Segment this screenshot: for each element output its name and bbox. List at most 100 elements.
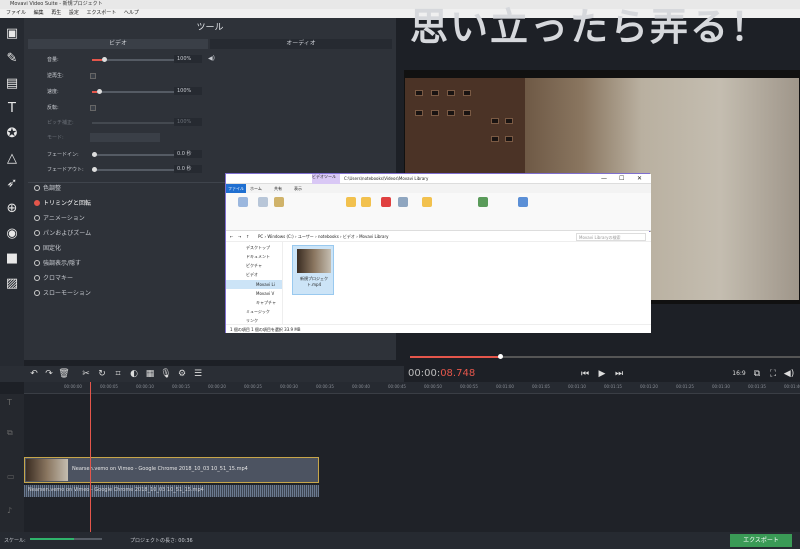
effect-animation[interactable]: アニメーション <box>34 213 85 225</box>
media-icon[interactable]: ▦ <box>144 368 156 380</box>
stabilization-icon[interactable]: ◉ <box>4 226 20 242</box>
cut-icon[interactable]: ✂ <box>80 368 92 380</box>
tab-view[interactable]: 表示 <box>294 186 302 192</box>
maximize-icon[interactable]: ☐ <box>619 175 624 182</box>
undo-icon[interactable]: ↶ <box>28 368 40 380</box>
color-icon[interactable]: ◐ <box>128 368 140 380</box>
next-frame-icon[interactable]: ⏭ <box>612 368 626 380</box>
video-clip[interactable]: Nearsen.vemo on Vimeo - Google Chrome 20… <box>24 457 319 483</box>
settings-icon[interactable]: ⚙ <box>176 368 188 380</box>
fullscreen-icon[interactable]: ⛶ <box>766 368 780 380</box>
tab-file[interactable]: ファイル <box>226 184 246 193</box>
nav-movavi-video[interactable]: Movavi V <box>256 291 274 296</box>
effect-chroma-key[interactable]: クロマキー <box>34 273 73 285</box>
nav-music[interactable]: ミュージック <box>246 309 270 315</box>
ruler-tick: 00:01:30 <box>712 384 730 389</box>
ruler-tick: 00:00:40 <box>352 384 370 389</box>
forward-icon[interactable]: → <box>238 234 241 239</box>
effect-crop-rotate[interactable]: トリミングと回転 <box>34 198 91 210</box>
zoom-icon[interactable]: ⊕ <box>4 201 20 217</box>
address-bar[interactable]: ← → ↑ PC › Windows (C:) › ユーザー › noteboo… <box>226 232 651 242</box>
nav-videos[interactable]: ビデオ <box>246 272 258 278</box>
timeline-ruler[interactable]: 00:00:00 00:00:05 00:00:10 00:00:15 00:00:20… <box>24 382 800 394</box>
copy-icon[interactable] <box>258 197 268 207</box>
explorer-search-input[interactable]: Movavi Libraryの検索 <box>576 233 646 241</box>
track-headers: T ⧉ ▭ ♪ <box>0 394 24 532</box>
tab-share[interactable]: 共有 <box>274 186 282 192</box>
up-icon[interactable]: ↑ <box>246 234 249 239</box>
menu-play[interactable]: 再生 <box>51 10 61 16</box>
tab-home[interactable]: ホーム <box>250 186 262 192</box>
menu-settings[interactable]: 設定 <box>69 10 79 16</box>
paste-icon[interactable] <box>274 197 284 207</box>
address-path[interactable]: PC › Windows (C:) › ユーザー › notebooks › ビ… <box>258 234 389 240</box>
pin-icon[interactable] <box>238 197 248 207</box>
radio-icon <box>34 260 40 266</box>
filters-icon[interactable]: ✎ <box>4 51 20 67</box>
effect-highlight-conceal[interactable]: 強調表示/隠す <box>34 258 81 270</box>
fade-out-value[interactable]: 0.0 秒 <box>174 165 202 173</box>
nav-documents[interactable]: ドキュメント <box>246 254 270 260</box>
play-icon[interactable]: ▶ <box>595 368 609 380</box>
tab-video[interactable]: ビデオ <box>28 39 208 49</box>
delete-file-icon[interactable] <box>381 197 391 207</box>
blog-logo: 思い立ったら弄る！ <box>410 5 771 49</box>
fade-in-value[interactable]: 0.0 秒 <box>174 150 202 158</box>
move-to-icon[interactable] <box>346 197 356 207</box>
speed-value[interactable]: 100% <box>174 87 202 95</box>
copy-to-icon[interactable] <box>361 197 371 207</box>
stickers-icon[interactable]: ✪ <box>4 126 20 142</box>
redo-icon[interactable]: ↷ <box>43 368 55 380</box>
callouts-icon[interactable]: △ <box>4 151 20 167</box>
effect-color-adjust[interactable]: 色調整 <box>34 183 61 195</box>
nav-capture[interactable]: キャプチャ <box>256 300 276 306</box>
nav-desktop[interactable]: デスクトップ <box>246 245 270 251</box>
speaker-icon[interactable]: ◀) <box>208 55 215 62</box>
chroma-icon[interactable]: ■ <box>4 251 20 267</box>
motion-icon[interactable]: ➶ <box>4 176 20 192</box>
file-item[interactable]: 新規プロジェクト.mp4 <box>292 245 334 295</box>
rename-icon[interactable] <box>398 197 408 207</box>
playhead[interactable] <box>90 382 91 532</box>
progress-handle[interactable] <box>498 354 503 359</box>
menu-file[interactable]: ファイル <box>6 10 26 16</box>
effect-pan-zoom[interactable]: パンおよびズーム <box>34 228 91 240</box>
export-button[interactable]: エクスポート <box>730 534 792 547</box>
nav-pictures[interactable]: ピクチャ <box>246 263 262 269</box>
equalizer-icon[interactable]: ☰ <box>192 368 204 380</box>
menu-export[interactable]: エクスポート <box>86 10 116 16</box>
new-folder-icon[interactable] <box>422 197 432 207</box>
playback-progress[interactable] <box>410 354 800 359</box>
menu-edit[interactable]: 編集 <box>34 10 44 16</box>
reverse-checkbox[interactable] <box>90 73 96 79</box>
video-tools-tab[interactable]: ビデオツール <box>312 174 340 184</box>
popout-icon[interactable]: ⧉ <box>750 368 764 380</box>
scale-slider[interactable] <box>30 538 102 540</box>
more-tools-icon[interactable]: ▨ <box>4 276 20 292</box>
import-icon[interactable]: ▣ <box>4 26 20 42</box>
close-icon[interactable]: ✕ <box>637 175 642 182</box>
nav-movavi-library[interactable]: Movavi Li <box>256 282 275 287</box>
tab-audio[interactable]: オーディオ <box>210 39 392 49</box>
aspect-ratio-button[interactable]: 16:9 <box>730 368 748 380</box>
volume-icon[interactable]: ◀) <box>782 368 796 380</box>
properties-icon[interactable] <box>478 197 488 207</box>
transitions-icon[interactable]: ▤ <box>4 76 20 92</box>
audio-clip[interactable]: Nearsen.vemo on Vimeo - Google Chrome 20… <box>24 485 319 497</box>
mic-icon[interactable]: 🎙 <box>160 368 172 380</box>
titles-icon[interactable]: T <box>4 101 20 117</box>
crop-icon[interactable]: ⌗ <box>112 368 124 380</box>
effect-slow-motion[interactable]: スローモーション <box>34 288 91 300</box>
prev-frame-icon[interactable]: ⏮ <box>578 368 592 380</box>
music-track-icon: ♪ <box>7 506 13 515</box>
select-all-icon[interactable] <box>518 197 528 207</box>
flip-checkbox[interactable] <box>90 105 96 111</box>
minimize-icon[interactable]: — <box>601 175 607 182</box>
effect-stabilize[interactable]: 固定化 <box>34 243 61 255</box>
volume-value[interactable]: 100% <box>174 55 202 63</box>
delete-icon[interactable]: 🗑 <box>58 368 70 380</box>
rotate-icon[interactable]: ↻ <box>96 368 108 380</box>
back-icon[interactable]: ← <box>230 234 233 239</box>
menu-help[interactable]: ヘルプ <box>124 10 139 16</box>
ruler-tick: 00:01:05 <box>532 384 550 389</box>
